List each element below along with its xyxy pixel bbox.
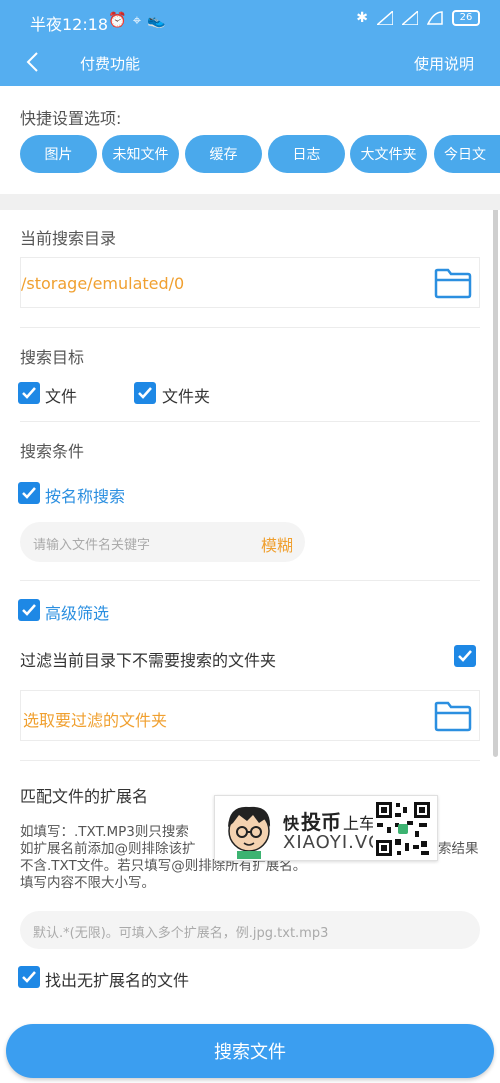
chip-logs[interactable]: 日志 [268, 135, 345, 173]
wifi-icon [427, 11, 443, 25]
status-left-icons: ⏰⌖👟 [108, 11, 172, 29]
checkbox-advanced-label: 高级筛选 [45, 604, 110, 623]
chip-large-folders[interactable]: 大文件夹 [350, 135, 427, 173]
search-condition-label: 搜索条件 [20, 442, 85, 461]
extension-input[interactable]: 默认.*(无限)。可填入多个扩展名，例.jpg.txt.mp3 [20, 911, 480, 949]
checkbox-files-label: 文件 [45, 387, 78, 406]
current-dir-box[interactable]: /storage/emulated/0 [20, 257, 480, 308]
divider-line [20, 580, 480, 581]
quick-settings-label: 快捷设置选项: [20, 109, 122, 128]
chip-today-files[interactable]: 今日文 [434, 135, 500, 173]
app-bar: 付费功能 使用说明 [0, 40, 500, 86]
extension-label: 匹配文件的扩展名 [20, 787, 149, 806]
help-button[interactable]: 使用说明 [414, 53, 474, 74]
checkbox-no-extension[interactable] [18, 966, 40, 988]
watermark-site: XIAOYI.VC [283, 832, 382, 853]
status-right-icons: ✱ 26 [356, 10, 480, 26]
filter-folders-label: 过滤当前目录下不需要搜索的文件夹 [20, 651, 277, 670]
checkbox-folders-label: 文件夹 [162, 387, 211, 406]
battery-icon: 26 [452, 10, 480, 26]
alarm-icon: ⏰ [108, 11, 133, 29]
divider-line [20, 327, 480, 328]
status-bar: 半夜12:18 ⏰⌖👟 ✱ 26 [0, 0, 500, 40]
back-arrow-icon[interactable] [22, 50, 46, 74]
search-target-label: 搜索目标 [20, 348, 85, 367]
signal-icon-1 [377, 11, 393, 25]
extension-placeholder: 默认.*(无限)。可填入多个扩展名，例.jpg.txt.mp3 [33, 926, 329, 941]
checkbox-by-name-label: 按名称搜索 [45, 487, 126, 506]
search-files-button[interactable]: 搜索文件 [6, 1024, 494, 1078]
chip-images[interactable]: 图片 [20, 135, 97, 173]
chip-cache[interactable]: 缓存 [185, 135, 262, 173]
shoe-icon: 👟 [147, 11, 172, 29]
divider-line [20, 760, 480, 761]
current-dir-path: /storage/emulated/0 [21, 274, 185, 293]
location-icon: ⌖ [132, 11, 148, 29]
chip-unknown-files[interactable]: 未知文件 [102, 135, 179, 173]
current-dir-label: 当前搜索目录 [20, 229, 117, 248]
bluetooth-icon: ✱ [356, 10, 368, 26]
watermark-slogan: 快投币 上车 [283, 810, 376, 834]
signal-icon-2 [402, 11, 418, 25]
watermark-overlay: 快投币 上车 XIAOYI.VC [214, 795, 438, 861]
desc-line-4: 填写内容不限大小写。 [20, 875, 155, 891]
keyword-input[interactable]: 请输入文件名关键字 模糊 [20, 522, 305, 562]
fuzzy-toggle[interactable]: 模糊 [261, 532, 293, 556]
folder-open-icon[interactable] [434, 700, 472, 732]
select-filter-folders-box[interactable]: 选取要过滤的文件夹 [20, 690, 480, 741]
qr-code-icon [373, 799, 433, 859]
desc-line-2-tail: 索结果 [438, 841, 479, 857]
checkbox-no-extension-label: 找出无扩展名的文件 [45, 971, 190, 990]
status-time: 半夜12:18 [30, 15, 109, 34]
section-divider [0, 194, 500, 210]
divider-line [20, 421, 480, 422]
checkbox-by-name[interactable] [18, 482, 40, 504]
page-title: 付费功能 [80, 55, 141, 73]
folder-open-icon[interactable] [434, 267, 472, 299]
checkbox-files[interactable] [18, 382, 40, 404]
select-filter-folders-label: 选取要过滤的文件夹 [23, 711, 168, 730]
keyword-placeholder: 请输入文件名关键字 [33, 538, 151, 553]
checkbox-folders[interactable] [134, 382, 156, 404]
checkbox-filter-folders[interactable] [454, 645, 476, 667]
checkbox-advanced[interactable] [18, 599, 40, 621]
cartoon-avatar-icon [228, 806, 271, 859]
